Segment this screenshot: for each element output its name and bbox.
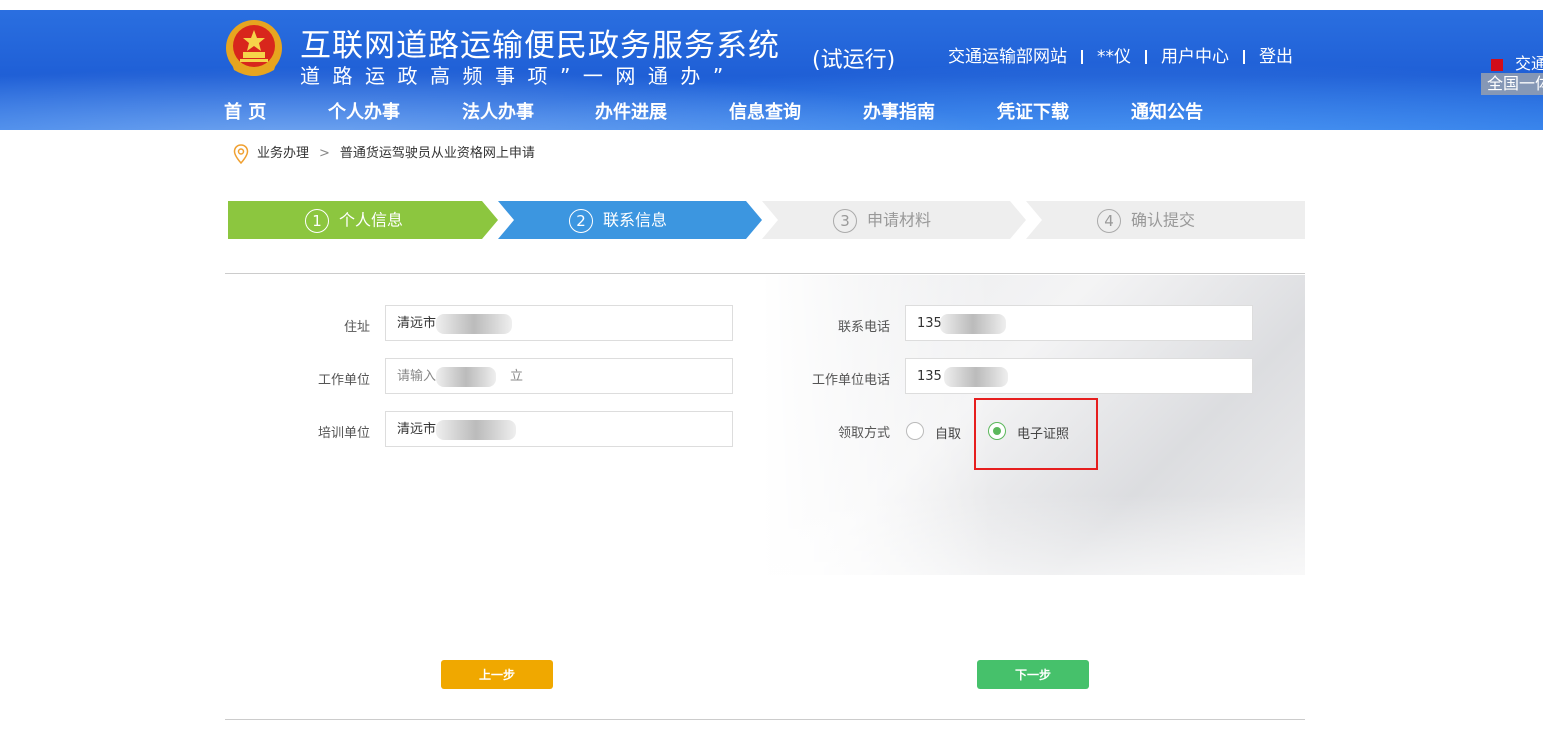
step-2-label: 联系信息 <box>603 210 668 230</box>
phone-value: 135 <box>917 316 942 331</box>
workplace-label: 工作单位 <box>317 373 370 388</box>
step-2: 2 联系信息 <box>569 201 667 239</box>
workplace-value: 请输入 <box>397 369 437 384</box>
training-unit-value: 清远市 <box>397 422 437 437</box>
highlight-box <box>974 398 1098 470</box>
workplace-suffix: 立 <box>510 369 524 384</box>
nav-home[interactable]: 首 页 <box>224 98 266 124</box>
step-1-number: 1 <box>305 208 329 233</box>
address-input[interactable]: 清远市 <box>385 305 733 341</box>
work-phone-input[interactable]: 135 <box>905 358 1253 394</box>
site-header: 互联网道路运输便民政务服务系统 道路运政高频事项”一网通办” (试运行) 交通运… <box>0 10 1543 130</box>
step-2-number: 2 <box>569 208 593 233</box>
nav-info-query[interactable]: 信息查询 <box>729 98 801 124</box>
training-unit-label: 培训单位 <box>317 426 370 441</box>
site-title: 互联网道路运输便民政务服务系统 <box>300 28 780 64</box>
divider <box>1081 50 1083 64</box>
corner-subtitle: 全国一体 <box>1481 73 1543 95</box>
nav-legal-person-affairs[interactable]: 法人办事 <box>462 98 534 124</box>
work-phone-label: 工作单位电话 <box>811 373 890 388</box>
phone-label: 联系电话 <box>837 320 890 335</box>
divider <box>1243 50 1245 64</box>
breadcrumb: 业务办理 > 普通货运驾驶员从业资格网上申请 <box>233 142 535 164</box>
next-step-button[interactable]: 下一步 <box>977 660 1089 689</box>
redacted-blur <box>940 314 1006 334</box>
divider-bottom <box>225 719 1305 720</box>
step-3-number: 3 <box>833 208 857 233</box>
phone-input[interactable]: 135 <box>905 305 1253 341</box>
nav-progress[interactable]: 办件进展 <box>595 98 667 124</box>
site-subtitle: 道路运政高频事项”一网通办” <box>300 64 736 88</box>
step-progress: 1 个人信息 2 联系信息 3 申请材料 4 确认提交 <box>228 201 1305 239</box>
step-4: 4 确认提交 <box>1097 201 1195 239</box>
radio-self-pickup-label[interactable]: 自取 <box>935 423 961 442</box>
divider-top <box>225 273 1305 274</box>
top-links: 交通运输部网站 **仪 用户中心 登出 <box>948 42 1293 67</box>
step-3-label: 申请材料 <box>867 210 932 230</box>
address-label: 住址 <box>343 320 370 335</box>
logout-link[interactable]: 登出 <box>1259 47 1293 67</box>
corner-notice[interactable]: 交通 <box>1491 50 1543 74</box>
location-pin-icon <box>233 143 249 164</box>
workplace-input[interactable]: 请输入 立 <box>385 358 733 394</box>
step-4-label: 确认提交 <box>1131 210 1196 230</box>
training-unit-input[interactable]: 清远市 <box>385 411 733 447</box>
step-1: 1 个人信息 <box>305 201 403 239</box>
divider <box>1145 50 1147 64</box>
prev-step-button[interactable]: 上一步 <box>441 660 553 689</box>
ministry-website-link[interactable]: 交通运输部网站 <box>948 47 1067 67</box>
breadcrumb-separator: > <box>319 146 330 161</box>
redacted-blur <box>944 367 1008 387</box>
step-3: 3 申请材料 <box>833 201 931 239</box>
radio-self-pickup[interactable] <box>906 422 924 440</box>
step-4-number: 4 <box>1097 208 1121 233</box>
nav-certificate-download[interactable]: 凭证下载 <box>997 98 1069 124</box>
nav-personal-affairs[interactable]: 个人办事 <box>328 98 400 124</box>
national-emblem-icon <box>226 20 282 76</box>
redacted-blur <box>436 420 516 440</box>
work-phone-value: 135 <box>917 369 942 384</box>
red-square-icon <box>1491 58 1503 71</box>
redacted-blur <box>436 314 512 334</box>
breadcrumb-current: 普通货运驾驶员从业资格网上申请 <box>339 146 535 161</box>
user-center-link[interactable]: 用户中心 <box>1161 47 1229 67</box>
pickup-method-label: 领取方式 <box>837 426 890 441</box>
breadcrumb-root[interactable]: 业务办理 <box>257 146 309 161</box>
username-link[interactable]: **仪 <box>1097 47 1131 67</box>
redacted-blur <box>436 367 496 387</box>
nav-announcements[interactable]: 通知公告 <box>1131 98 1203 124</box>
trial-label: (试运行) <box>812 48 896 73</box>
address-value: 清远市 <box>397 316 437 331</box>
step-1-label: 个人信息 <box>339 210 404 230</box>
nav-guide[interactable]: 办事指南 <box>863 98 935 124</box>
